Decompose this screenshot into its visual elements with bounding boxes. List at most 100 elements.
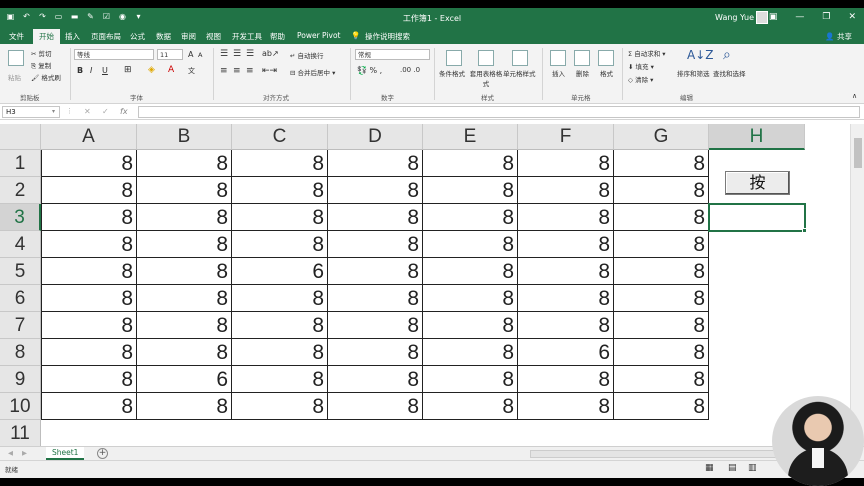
cell-c8[interactable]: 8 xyxy=(232,339,328,366)
tab-page-layout[interactable]: 页面布局 xyxy=(91,31,121,42)
column-header-g[interactable]: G xyxy=(614,124,709,150)
fill-color-icon[interactable]: ◈ xyxy=(148,65,155,75)
column-header-a[interactable]: A xyxy=(41,124,137,150)
cell-e10[interactable]: 8 xyxy=(423,393,518,420)
cell-a2[interactable]: 8 xyxy=(41,177,137,204)
currency-icon[interactable]: 💱 % , xyxy=(357,66,382,75)
cell-d8[interactable]: 8 xyxy=(328,339,423,366)
cell-g5[interactable]: 8 xyxy=(614,258,709,285)
font-name-select[interactable]: 等线 xyxy=(74,49,154,60)
cell-g10[interactable]: 8 xyxy=(614,393,709,420)
format-cells-button[interactable]: 格式 xyxy=(600,68,613,78)
cell-e7[interactable]: 8 xyxy=(423,312,518,339)
share-button[interactable]: 👤 共享 xyxy=(825,31,852,42)
borders-icon[interactable]: ⊞ xyxy=(124,65,132,75)
merge-center-button[interactable]: ⊟ 合并后居中 ▾ xyxy=(290,67,335,77)
align-right-icon[interactable]: ≡ xyxy=(246,66,254,76)
next-sheet-icon[interactable]: ▶ xyxy=(22,449,27,457)
cell-c9[interactable]: 8 xyxy=(232,366,328,393)
cell-g7[interactable]: 8 xyxy=(614,312,709,339)
cell-c6[interactable]: 8 xyxy=(232,285,328,312)
cell-a6[interactable]: 8 xyxy=(41,285,137,312)
autosum-button[interactable]: Σ 自动求和 ▾ xyxy=(628,48,666,58)
cell-d4[interactable]: 8 xyxy=(328,231,423,258)
cell-a3[interactable]: 8 xyxy=(41,204,137,231)
cell-d3[interactable]: 8 xyxy=(328,204,423,231)
cell-b7[interactable]: 8 xyxy=(137,312,232,339)
cell-b6[interactable]: 8 xyxy=(137,285,232,312)
cell-styles-button[interactable]: 单元格样式 xyxy=(503,68,536,78)
underline-button[interactable]: U xyxy=(102,66,108,75)
cell-g3[interactable]: 8 xyxy=(614,204,709,231)
cell-d9[interactable]: 8 xyxy=(328,366,423,393)
format-table-button[interactable]: 套用表格格式 xyxy=(469,68,503,88)
tab-power-pivot[interactable]: Power Pivot xyxy=(297,31,340,40)
cell-f8[interactable]: 6 xyxy=(518,339,614,366)
cell-g8[interactable]: 8 xyxy=(614,339,709,366)
tell-me-search[interactable]: 操作说明搜索 xyxy=(365,31,410,42)
cell-b4[interactable]: 8 xyxy=(137,231,232,258)
cell-a4[interactable]: 8 xyxy=(41,231,137,258)
paste-button[interactable]: 粘贴 xyxy=(8,72,21,82)
font-size-select[interactable]: 11 xyxy=(157,49,183,60)
cell-e6[interactable]: 8 xyxy=(423,285,518,312)
cell-a8[interactable]: 8 xyxy=(41,339,137,366)
cell-f5[interactable]: 8 xyxy=(518,258,614,285)
page-layout-view-icon[interactable]: ▤ xyxy=(728,463,737,473)
add-sheet-icon[interactable]: + xyxy=(97,448,108,459)
tab-help[interactable]: 帮助 xyxy=(270,31,285,42)
copy-button[interactable]: ⎘ 复制 xyxy=(31,60,51,71)
bold-button[interactable]: B xyxy=(77,66,83,75)
cell-c4[interactable]: 8 xyxy=(232,231,328,258)
decimal-icon[interactable]: .00 .0 xyxy=(400,66,420,74)
format-painter-button[interactable]: 🖌 格式刷 xyxy=(31,72,61,82)
tab-file[interactable]: 文件 xyxy=(9,31,24,42)
cell-e5[interactable]: 8 xyxy=(423,258,518,285)
row-header-5[interactable]: 5 xyxy=(0,258,41,285)
cell-c10[interactable]: 8 xyxy=(232,393,328,420)
prev-sheet-icon[interactable]: ◀ xyxy=(8,449,13,457)
cell-f9[interactable]: 8 xyxy=(518,366,614,393)
press-button[interactable]: 按 xyxy=(725,171,790,195)
orientation-icon[interactable]: ab↗ xyxy=(262,49,279,58)
align-middle-icon[interactable]: ☰ xyxy=(233,49,241,59)
indent-icon[interactable]: ⇤⇥ xyxy=(262,66,277,76)
cell-b10[interactable]: 8 xyxy=(137,393,232,420)
column-header-b[interactable]: B xyxy=(137,124,232,150)
row-header-9[interactable]: 9 xyxy=(0,366,41,393)
number-format-select[interactable]: 常规 xyxy=(355,49,430,60)
sort-filter-button[interactable]: 排序和筛选 xyxy=(677,68,710,78)
tab-insert[interactable]: 插入 xyxy=(65,31,80,42)
row-header-2[interactable]: 2 xyxy=(0,177,41,204)
align-left-icon[interactable]: ≡ xyxy=(220,66,228,76)
row-header-8[interactable]: 8 xyxy=(0,339,41,366)
tab-data[interactable]: 数据 xyxy=(156,31,171,42)
avatar[interactable] xyxy=(756,11,768,24)
align-top-icon[interactable]: ☰ xyxy=(220,49,228,59)
font-shrink-icon[interactable]: A xyxy=(198,51,202,59)
vertical-scrollbar[interactable] xyxy=(850,124,864,456)
column-header-c[interactable]: C xyxy=(232,124,328,150)
select-all-corner[interactable] xyxy=(0,124,41,150)
delete-cells-icon[interactable] xyxy=(574,50,590,66)
cell-e1[interactable]: 8 xyxy=(423,150,518,177)
row-header-3[interactable]: 3 xyxy=(0,204,41,231)
column-header-h[interactable]: H xyxy=(709,124,805,150)
insert-function-icon[interactable]: fx xyxy=(120,107,128,116)
enter-icon[interactable]: ✓ xyxy=(102,107,109,116)
horizontal-scrollbar[interactable] xyxy=(530,450,780,458)
clear-button[interactable]: ◇ 清除 ▾ xyxy=(628,74,653,84)
tab-formulas[interactable]: 公式 xyxy=(130,31,145,42)
cell-g6[interactable]: 8 xyxy=(614,285,709,312)
format-cells-icon[interactable] xyxy=(598,50,614,66)
cell-g4[interactable]: 8 xyxy=(614,231,709,258)
page-break-view-icon[interactable]: ▥ xyxy=(748,463,757,473)
ribbon-display-icon[interactable]: ▣ xyxy=(769,12,778,22)
cancel-icon[interactable]: ✕ xyxy=(84,107,91,116)
cell-b8[interactable]: 8 xyxy=(137,339,232,366)
restore-icon[interactable]: ❐ xyxy=(822,12,830,22)
tab-view[interactable]: 视图 xyxy=(206,31,221,42)
collapse-ribbon-icon[interactable]: ∧ xyxy=(852,92,857,100)
find-select-button[interactable]: 查找和选择 xyxy=(713,68,746,78)
user-name[interactable]: Wang Yue xyxy=(715,13,754,22)
